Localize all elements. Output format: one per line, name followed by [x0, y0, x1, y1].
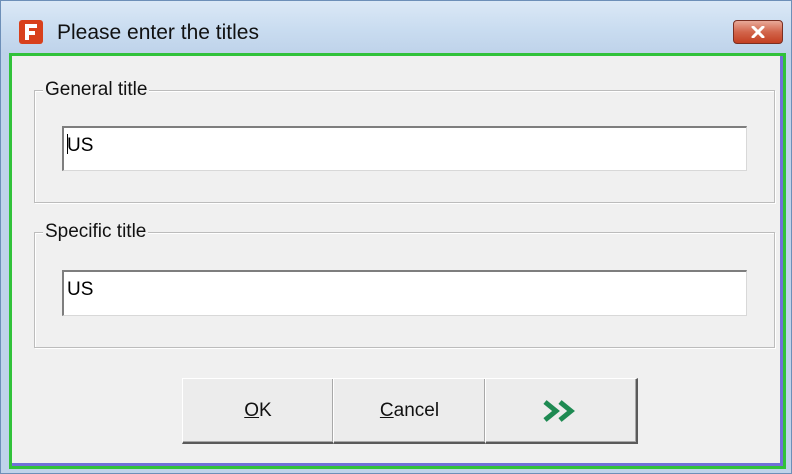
- app-f-icon: [19, 20, 43, 44]
- ok-button-label: OK: [244, 399, 272, 421]
- double-chevron-right-icon: [543, 399, 575, 422]
- ok-button[interactable]: OK: [182, 378, 335, 444]
- specific-title-input[interactable]: US: [62, 270, 747, 316]
- general-title-label: General title: [43, 78, 150, 102]
- dialog-content: General title US Specific title US OK Ca…: [9, 53, 786, 469]
- window-title: Please enter the titles: [57, 21, 259, 44]
- cancel-button[interactable]: Cancel: [333, 378, 487, 444]
- forward-button[interactable]: [485, 378, 638, 444]
- close-button[interactable]: [733, 20, 783, 44]
- specific-title-value: US: [67, 279, 94, 300]
- cancel-button-label: Cancel: [379, 399, 440, 421]
- general-title-value: US: [67, 135, 94, 156]
- specific-title-label: Specific title: [43, 220, 149, 244]
- general-title-group: General title US: [34, 78, 775, 203]
- general-title-input[interactable]: US: [62, 126, 747, 171]
- dialog-window: Please enter the titles General title US…: [0, 0, 792, 474]
- specific-title-group: Specific title US: [34, 220, 775, 348]
- close-icon: [751, 26, 765, 38]
- title-bar[interactable]: Please enter the titles: [1, 1, 791, 53]
